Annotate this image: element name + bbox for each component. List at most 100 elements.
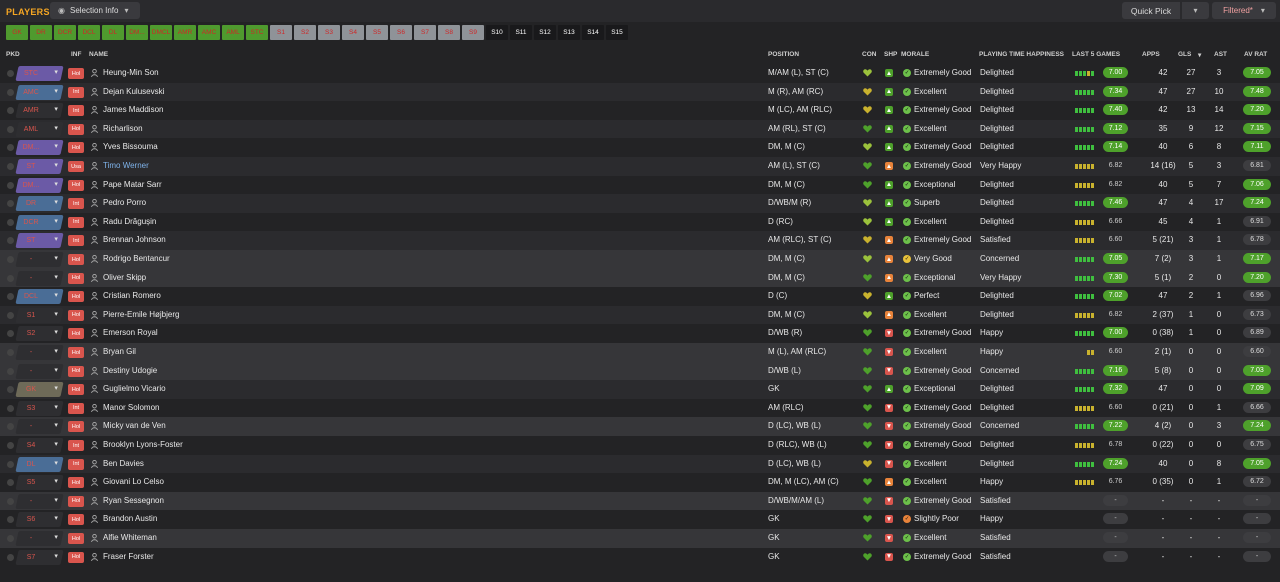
player-name-link[interactable]: Destiny Udogie — [103, 366, 157, 375]
table-row[interactable]: STC ▾ Hol Heung-Min Son M/AM (L), ST (C) ▲ ✓ Ex… — [0, 64, 1280, 83]
table-row[interactable]: S6 ▾ Hol Brandon Austin GK ▼ ✓ Slightly Poor Hap… — [0, 510, 1280, 529]
info-badge[interactable]: Int — [68, 458, 84, 470]
column-header-shp[interactable]: SHP — [884, 51, 897, 58]
position-filter-s8[interactable]: S8 — [438, 25, 460, 40]
selection-dropdown[interactable]: S5 ▾ — [15, 475, 64, 491]
selection-info-button[interactable]: ◉ Selection Info ▾ — [50, 2, 140, 19]
penalty-kick-indicator[interactable] — [7, 70, 14, 77]
info-badge[interactable]: Int — [68, 86, 84, 98]
player-name-link[interactable]: Brennan Johnson — [103, 235, 166, 244]
table-row[interactable]: DM... ▾ Hol Yves Bissouma DM, M (C) ▲ ✓ Extreme… — [0, 138, 1280, 157]
info-badge[interactable]: Hol — [68, 514, 84, 526]
selection-dropdown[interactable]: S3 ▾ — [15, 400, 64, 416]
player-name-link[interactable]: Ryan Sessegnon — [103, 496, 164, 505]
selection-dropdown[interactable]: DR ▾ — [15, 196, 64, 212]
penalty-kick-indicator[interactable] — [7, 218, 14, 226]
penalty-kick-indicator[interactable] — [7, 497, 14, 505]
table-row[interactable]: ST ▾ Int Brennan Johnson AM (RLC), ST (C) ▲ ✓ E… — [0, 231, 1280, 250]
position-filter-s12[interactable]: S12 — [534, 25, 556, 40]
info-badge[interactable]: Hol — [68, 477, 84, 489]
column-header-ast[interactable]: AST — [1214, 51, 1227, 58]
penalty-kick-indicator[interactable] — [7, 237, 14, 245]
penalty-kick-indicator[interactable] — [7, 181, 14, 189]
player-name-link[interactable]: Fraser Forster — [103, 552, 154, 561]
selection-dropdown[interactable]: ST ▾ — [15, 159, 64, 174]
player-name-link[interactable]: Alfie Whiteman — [103, 533, 157, 542]
player-name-link[interactable]: Rodrigo Bentancur — [103, 254, 170, 263]
position-filter-aml[interactable]: AML — [222, 25, 244, 40]
quick-pick-dropdown[interactable]: ▾ — [1182, 2, 1209, 19]
position-filter-s4[interactable]: S4 — [342, 25, 364, 40]
player-name-link[interactable]: Cristian Romero — [103, 291, 161, 300]
selection-dropdown[interactable]: GK ▾ — [15, 382, 64, 398]
selection-dropdown[interactable]: ST ▾ — [15, 233, 64, 249]
selection-dropdown[interactable]: S7 ▾ — [15, 549, 64, 565]
selection-dropdown[interactable]: AML ▾ — [15, 121, 64, 137]
selection-dropdown[interactable]: S2 ▾ — [15, 326, 64, 342]
selection-dropdown[interactable]: DCL ▾ — [15, 289, 64, 305]
position-filter-s7[interactable]: S7 — [414, 25, 436, 40]
info-badge[interactable]: Usa — [68, 161, 84, 172]
selection-dropdown[interactable]: - ▾ — [15, 363, 64, 379]
player-name-link[interactable]: Pape Matar Sarr — [103, 180, 162, 189]
player-name-link[interactable]: Brandon Austin — [103, 514, 157, 523]
info-badge[interactable]: Int — [68, 198, 84, 210]
column-header-morale[interactable]: MORALE — [901, 51, 929, 58]
selection-dropdown[interactable]: - ▾ — [15, 252, 64, 267]
table-row[interactable]: S3 ▾ Int Manor Solomon AM (RLC) ▼ ✓ Extremely G… — [0, 399, 1280, 418]
info-badge[interactable]: Int — [68, 402, 84, 414]
quick-pick-button[interactable]: Quick Pick — [1122, 2, 1180, 19]
selection-dropdown[interactable]: S1 ▾ — [15, 307, 64, 323]
selection-dropdown[interactable]: STC ▾ — [15, 66, 64, 81]
player-name-link[interactable]: Giovani Lo Celso — [103, 477, 164, 486]
table-row[interactable]: ST ▾ Usa Timo Werner AM (L), ST (C) ▲ ✓ Extreme… — [0, 157, 1280, 176]
table-row[interactable]: AML ▾ Hol Richarlison AM (RL), ST (C) ▲ ✓ Excel… — [0, 119, 1280, 139]
position-filter-s11[interactable]: S11 — [510, 25, 532, 40]
selection-dropdown[interactable]: DL ▾ — [15, 456, 64, 472]
table-row[interactable]: S4 ▾ Int Brooklyn Lyons-Foster D (RLC), WB (… — [0, 436, 1280, 455]
info-badge[interactable]: Hol — [68, 254, 84, 265]
table-row[interactable]: - ▾ Hol Rodrigo Bentancur DM, M (C) ▲ ✓ Very Go… — [0, 250, 1280, 269]
info-badge[interactable]: Hol — [68, 421, 84, 433]
player-name-link[interactable]: Timo Werner — [103, 161, 149, 170]
table-row[interactable]: DCR ▾ Int Radu Drăgușin D (RC) ▲ ✓ Excellent Del… — [0, 213, 1280, 232]
position-filter-s14[interactable]: S14 — [582, 25, 604, 40]
position-filter-s2[interactable]: S2 — [294, 25, 316, 40]
penalty-kick-indicator[interactable] — [7, 349, 14, 356]
position-filter-amc[interactable]: AMC — [198, 25, 220, 40]
info-badge[interactable]: Hol — [68, 179, 84, 191]
position-filter-s15[interactable]: S15 — [606, 25, 628, 40]
position-filter-dm[interactable]: DM... — [126, 25, 148, 40]
selection-dropdown[interactable]: - ▾ — [15, 493, 64, 509]
selection-dropdown[interactable]: S4 ▾ — [15, 438, 64, 453]
position-filter-s6[interactable]: S6 — [390, 25, 412, 40]
table-row[interactable]: AMC ▾ Int Dejan Kulusevski M (R), AM (RC) ▲ ✓ E… — [0, 82, 1280, 102]
table-row[interactable]: S7 ▾ Hol Fraser Forster GK ▼ ✓ Extremely Good Sa… — [0, 548, 1280, 567]
penalty-kick-indicator[interactable] — [7, 256, 14, 263]
table-row[interactable]: - ▾ Hol Oliver Skipp DM, M (C) ▲ ✓ Exceptional V… — [0, 268, 1280, 288]
table-row[interactable]: - ▾ Hol Alfie Whiteman GK ▼ ✓ Excellent Satisfie… — [0, 529, 1280, 548]
filter-button[interactable]: Filtered* ▾ — [1212, 2, 1276, 19]
position-filter-dmcl[interactable]: DMCL — [150, 25, 172, 40]
position-filter-s10[interactable]: S10 — [486, 25, 508, 40]
info-badge[interactable]: Hol — [68, 68, 84, 79]
player-name-link[interactable]: Ben Davies — [103, 459, 144, 468]
position-filter-dr[interactable]: DR — [30, 25, 52, 40]
player-name-link[interactable]: Pierre-Emile Højbjerg — [103, 310, 179, 319]
table-row[interactable]: DCL ▾ Hol Cristian Romero D (C) ▲ ✓ Perfect Deli… — [0, 287, 1280, 306]
info-badge[interactable]: Hol — [68, 328, 84, 340]
info-badge[interactable]: Hol — [68, 365, 84, 377]
selection-dropdown[interactable]: DM... ▾ — [15, 177, 64, 193]
info-badge[interactable]: Hol — [68, 142, 84, 154]
info-badge[interactable]: Int — [68, 235, 84, 247]
penalty-kick-indicator[interactable] — [7, 516, 14, 524]
info-badge[interactable]: Int — [68, 105, 84, 117]
column-header-name[interactable]: NAME — [89, 51, 108, 58]
player-name-link[interactable]: Oliver Skipp — [103, 273, 146, 282]
player-name-link[interactable]: Pedro Porro — [103, 198, 146, 207]
table-row[interactable]: - ▾ Hol Destiny Udogie D/WB (L) ▼ ✓ Extremely G… — [0, 361, 1280, 381]
table-row[interactable]: - ▾ Hol Bryan Gil M (L), AM (RLC) ▼ ✓ Excellent… — [0, 343, 1280, 362]
column-header-inf[interactable]: INF — [71, 51, 81, 58]
column-header-playing-time[interactable]: PLAYING TIME HAPPINESS — [979, 51, 1064, 58]
selection-dropdown[interactable]: - ▾ — [15, 531, 64, 546]
